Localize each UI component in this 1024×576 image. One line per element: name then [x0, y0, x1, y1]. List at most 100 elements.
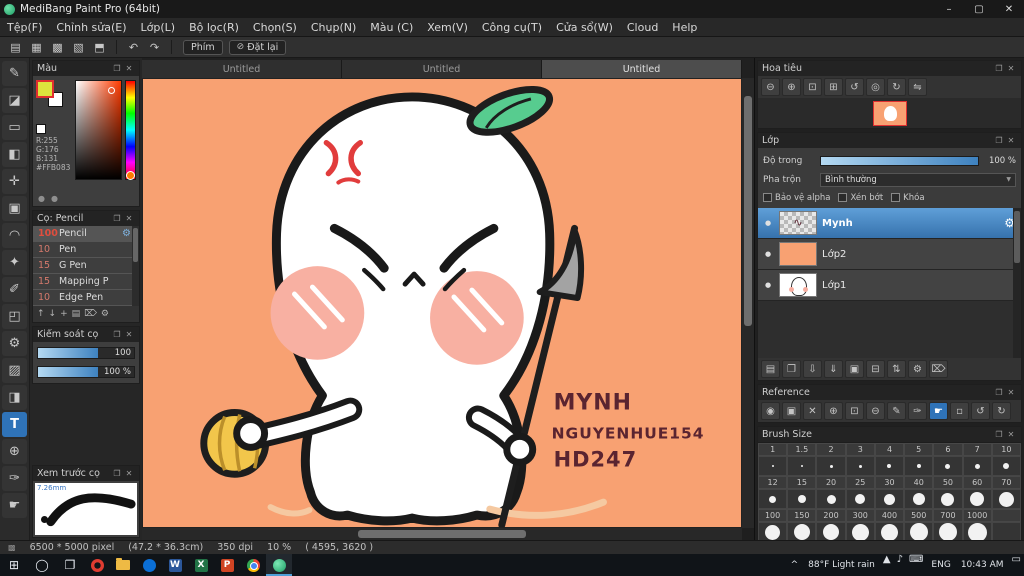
- brush-size-dot[interactable]: [846, 489, 875, 509]
- keys-button[interactable]: Phím: [183, 40, 223, 55]
- brush-size-label[interactable]: 20: [816, 476, 845, 489]
- brush-size-label[interactable]: 1: [758, 443, 787, 456]
- layer-row-lop2[interactable]: ● Lớp2: [758, 239, 1021, 270]
- reset-view-icon[interactable]: ◎: [866, 78, 885, 96]
- brush-size-dot[interactable]: [992, 456, 1021, 476]
- eye-icon[interactable]: ◉: [761, 402, 780, 420]
- brush-size-dot[interactable]: [875, 522, 904, 542]
- ref-pencil-icon[interactable]: ✎: [887, 402, 906, 420]
- notification-center-icon[interactable]: ▭: [1009, 554, 1024, 576]
- brush-size-label[interactable]: 6: [933, 443, 962, 456]
- brush-size-dot[interactable]: [963, 456, 992, 476]
- hand-tool-icon[interactable]: ☛: [2, 493, 27, 518]
- maximize-button[interactable]: ▢: [964, 0, 994, 18]
- powerpoint-icon[interactable]: P: [214, 554, 240, 576]
- actual-size-icon[interactable]: ⊞: [824, 78, 843, 96]
- rotate-ccw-icon[interactable]: ↺: [845, 78, 864, 96]
- menu-edit[interactable]: Chỉnh sửa(E): [49, 18, 133, 37]
- text-tool-icon[interactable]: T: [2, 412, 27, 437]
- brush-size-dot[interactable]: [787, 456, 816, 476]
- brush-size-label[interactable]: 1.5: [787, 443, 816, 456]
- layer-visibility-icon[interactable]: ●: [762, 281, 774, 289]
- delete-layer-icon[interactable]: ⌦: [929, 360, 948, 378]
- new-file-icon[interactable]: ▤: [6, 39, 25, 56]
- float-panel-icon[interactable]: ❐: [111, 330, 123, 339]
- brush-size-dot[interactable]: [963, 522, 992, 542]
- undo-icon[interactable]: ↶: [124, 39, 143, 56]
- brush-size-label[interactable]: 50: [933, 476, 962, 489]
- brush-size-dot[interactable]: [846, 456, 875, 476]
- ref-eyedropper-icon[interactable]: ✑: [908, 402, 927, 420]
- blend-mode-select[interactable]: Bình thường ▼: [820, 173, 1016, 187]
- palette-mode-icon[interactable]: ●: [51, 194, 58, 203]
- close-panel-icon[interactable]: ✕: [1005, 430, 1017, 439]
- brush-list-scrollbar[interactable]: [132, 226, 139, 306]
- close-panel-icon[interactable]: ✕: [1005, 136, 1017, 145]
- brush-size-dot[interactable]: [816, 522, 845, 542]
- brush-size-dot[interactable]: [787, 522, 816, 542]
- layer-visibility-icon[interactable]: ●: [762, 219, 774, 227]
- color-wheel-mode-icon[interactable]: ●: [38, 194, 45, 203]
- brush-size-label[interactable]: 10: [992, 443, 1021, 456]
- shape-tool-icon[interactable]: ▭: [2, 115, 27, 140]
- bucket-tool-icon[interactable]: ◨: [2, 385, 27, 410]
- float-panel-icon[interactable]: ❐: [111, 214, 123, 223]
- color-swatches[interactable]: [36, 80, 66, 110]
- move-tool-icon[interactable]: ✛: [2, 169, 27, 194]
- protect-alpha-checkbox[interactable]: Bảo vệ alpha: [763, 193, 830, 203]
- menu-capture[interactable]: Chụp(N): [304, 18, 363, 37]
- rotate-cw-icon[interactable]: ↻: [887, 78, 906, 96]
- zoom-out-icon[interactable]: ⊖: [761, 78, 780, 96]
- navigator-thumbnail[interactable]: [873, 101, 907, 126]
- ref-crop-icon[interactable]: ▫: [950, 402, 969, 420]
- ref-zoom-in-icon[interactable]: ⊕: [824, 402, 843, 420]
- brush-size-dot[interactable]: [992, 489, 1021, 509]
- brush-size-dot[interactable]: [933, 456, 962, 476]
- close-panel-icon[interactable]: ✕: [123, 330, 135, 339]
- ref-rotate-cw-icon[interactable]: ↻: [992, 402, 1011, 420]
- menu-view[interactable]: Xem(V): [420, 18, 475, 37]
- marquee-tool-icon[interactable]: ▣: [2, 196, 27, 221]
- close-panel-icon[interactable]: ✕: [123, 469, 135, 478]
- menu-color[interactable]: Màu (C): [363, 18, 420, 37]
- foreground-color-swatch[interactable]: [36, 80, 54, 98]
- search-icon[interactable]: ◯: [28, 554, 56, 576]
- file-explorer-icon[interactable]: [110, 554, 136, 576]
- word-icon[interactable]: W: [162, 554, 188, 576]
- lock-checkbox[interactable]: Khóa: [891, 193, 924, 203]
- magic-wand-tool-icon[interactable]: ✦: [2, 250, 27, 275]
- transfer-layer-icon[interactable]: ⇩: [803, 360, 822, 378]
- layer-list-scrollbar[interactable]: [1013, 208, 1021, 358]
- tab-untitled-1[interactable]: Untitled: [142, 60, 342, 78]
- move-brush-up-icon[interactable]: ↑: [37, 309, 45, 319]
- hue-slider[interactable]: [125, 80, 136, 180]
- brush-size-label[interactable]: 700: [933, 509, 962, 522]
- clock[interactable]: 10:43 AM: [956, 554, 1009, 576]
- brush-size-dot[interactable]: [875, 489, 904, 509]
- minimize-button[interactable]: –: [934, 0, 964, 18]
- layout-left-icon[interactable]: ▧: [69, 39, 88, 56]
- brush-size-label[interactable]: 70: [992, 476, 1021, 489]
- move-brush-down-icon[interactable]: ↓: [49, 309, 57, 319]
- brush-size-label[interactable]: 3: [846, 443, 875, 456]
- select-pen-tool-icon[interactable]: ✐: [2, 277, 27, 302]
- canvas-vertical-scrollbar[interactable]: [742, 78, 754, 528]
- hidden-icons-chevron-icon[interactable]: ^: [786, 554, 804, 576]
- opacity-slider[interactable]: [820, 156, 979, 166]
- brush-size-label[interactable]: 150: [787, 509, 816, 522]
- close-panel-icon[interactable]: ✕: [123, 64, 135, 73]
- brush-size-dot[interactable]: [758, 456, 787, 476]
- brush-size-dot[interactable]: [758, 489, 787, 509]
- excel-icon[interactable]: X: [188, 554, 214, 576]
- clipping-icon[interactable]: ⊟: [866, 360, 885, 378]
- zoom-tool-icon[interactable]: ⊕: [2, 439, 27, 464]
- close-panel-icon[interactable]: ✕: [123, 214, 135, 223]
- zoom-in-icon[interactable]: ⊕: [782, 78, 801, 96]
- start-button-icon[interactable]: ⊞: [0, 554, 28, 576]
- blue-app-icon[interactable]: [136, 554, 162, 576]
- duplicate-layer-icon[interactable]: ❐: [782, 360, 801, 378]
- canvas-horizontal-scrollbar[interactable]: [142, 528, 742, 540]
- layer-gear-icon[interactable]: ⚙: [908, 360, 927, 378]
- new-layer-icon[interactable]: ▤: [761, 360, 780, 378]
- reorder-layer-icon[interactable]: ⇅: [887, 360, 906, 378]
